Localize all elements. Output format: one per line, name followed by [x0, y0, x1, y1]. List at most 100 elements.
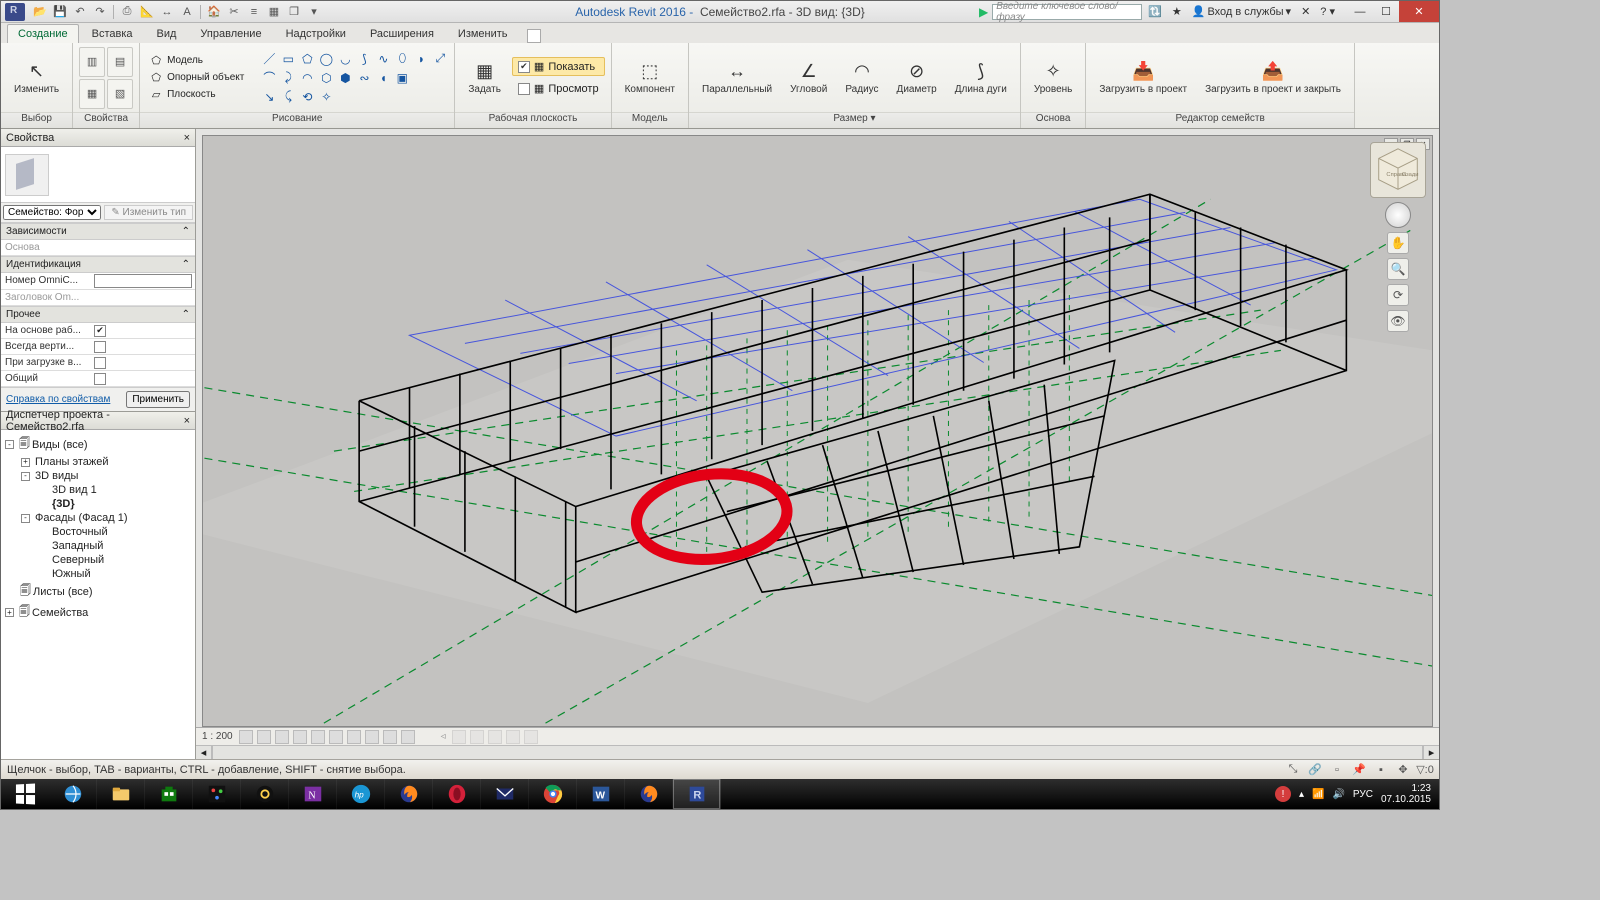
3d-viewport[interactable]: — ❐ ✕ [202, 135, 1433, 727]
tree-node[interactable]: Восточный [3, 525, 193, 539]
tree-node[interactable]: {3D} [3, 497, 193, 511]
property-group-header[interactable]: Прочее ⌃ [1, 306, 195, 323]
angular-dim-button[interactable]: ∠Угловой [783, 46, 834, 110]
tree-expander-icon[interactable]: - [21, 514, 30, 523]
half-ellipse-tool[interactable]: ◗ [413, 51, 429, 67]
app-menu-button[interactable] [5, 3, 25, 21]
select-underlay-icon[interactable]: ▫ [1329, 763, 1345, 777]
open-icon[interactable]: 📂 [31, 3, 49, 21]
favorite-icon[interactable]: ★ [1168, 5, 1186, 18]
tray-expand-icon[interactable]: ▴ [1299, 789, 1304, 800]
tab-insert[interactable]: Вставка [81, 24, 144, 43]
radial-dim-button[interactable]: ◠Радиус [838, 46, 885, 110]
redo-icon[interactable]: ↷ [91, 3, 109, 21]
set-plane-button[interactable]: ▦Задать [461, 46, 508, 110]
tree-node[interactable]: 3D вид 1 [3, 483, 193, 497]
reference-line-button[interactable]: ⬠Опорный объект [146, 70, 247, 86]
draw-row3-a[interactable]: ↘ [261, 89, 277, 105]
properties-b3[interactable]: ▧ [107, 79, 133, 109]
property-group-header[interactable]: Зависимости ⌃ [1, 223, 195, 240]
undo-icon[interactable]: ↶ [71, 3, 89, 21]
tray-volume-icon[interactable]: 🔊 [1332, 789, 1344, 800]
lock-3d-icon[interactable] [365, 730, 379, 744]
model-line-button[interactable]: ⬠Модель [146, 53, 247, 69]
tree-node[interactable]: Западный [3, 539, 193, 553]
ribbon-options-button[interactable] [527, 29, 541, 43]
taskbar-revit-icon[interactable]: R [673, 779, 721, 809]
crop-view-icon[interactable] [329, 730, 343, 744]
sun-path-icon[interactable] [275, 730, 289, 744]
detail-level-icon[interactable] [239, 730, 253, 744]
diameter-dim-button[interactable]: ⊘Диаметр [890, 46, 944, 110]
tray-language[interactable]: РУС [1353, 789, 1373, 800]
tree-node[interactable]: -Фасады (Фасад 1) [3, 511, 193, 525]
type-selector[interactable]: Семейство: Фор [3, 205, 101, 220]
start-button[interactable] [1, 779, 49, 809]
pick-face-tool[interactable]: ▣ [394, 70, 410, 86]
horizontal-scrollbar[interactable]: ◂ ▸ [196, 745, 1439, 759]
poly-tool[interactable]: ⬠ [299, 51, 315, 67]
property-group-header[interactable]: Идентификация ⌃ [1, 256, 195, 273]
ellipse-tool[interactable]: ⬯ [394, 51, 410, 67]
fillet-arc-tool[interactable]: ⌒ [261, 70, 277, 86]
tangent-arc-tool[interactable]: ⤸ [280, 70, 296, 86]
line-tool[interactable]: ／ [261, 51, 277, 67]
rendering-icon[interactable] [311, 730, 325, 744]
search-input[interactable]: Введите ключевое слово/фразу [992, 4, 1142, 20]
tree-node[interactable]: Южный [3, 567, 193, 581]
project-browser-tree[interactable]: -🗐 Виды (все)+Планы этажей-3D виды3D вид… [1, 430, 195, 759]
tab-modify[interactable]: Изменить [447, 24, 519, 43]
exchange-apps-icon[interactable]: ✕ [1297, 5, 1314, 18]
reveal-hidden-icon[interactable] [401, 730, 415, 744]
text-icon[interactable]: A [178, 3, 196, 21]
thin-lines-icon[interactable]: ≡ [245, 3, 263, 21]
tree-node[interactable]: 🗐 Листы (все) [3, 581, 193, 602]
workplane-viewer-button[interactable]: ▦Просмотр [512, 79, 605, 98]
tab-create[interactable]: Создание [7, 24, 79, 43]
minimize-button[interactable]: — [1347, 1, 1373, 22]
steering-wheel[interactable] [1385, 202, 1411, 228]
draw-row3-d[interactable]: ✧ [318, 89, 334, 105]
tab-addins[interactable]: Надстройки [275, 24, 357, 43]
modify-button[interactable]: ↖ Изменить [7, 46, 66, 110]
maximize-button[interactable]: ☐ [1373, 1, 1399, 22]
look-tool-icon[interactable]: 👁 [1387, 310, 1409, 332]
viewcube[interactable]: Справа Сзади [1370, 142, 1426, 198]
spline-tool[interactable]: ∿ [375, 51, 391, 67]
signin-button[interactable]: 👤 Вход в службы ▾ [1188, 5, 1295, 18]
tree-node[interactable]: +🗐 Семейства [3, 602, 193, 623]
dimension-icon[interactable]: ↔ [158, 3, 176, 21]
tree-node[interactable]: -🗐 Виды (все) [3, 434, 193, 455]
component-button[interactable]: ⬚Компонент [618, 46, 682, 110]
draw-row3-b[interactable]: ⤹ [280, 89, 296, 105]
property-value[interactable]: ✔ [91, 323, 195, 338]
tree-node[interactable]: Северный [3, 553, 193, 567]
properties-help-link[interactable]: Справка по свойствам [6, 394, 110, 405]
circle-tool[interactable]: ◯ [318, 51, 334, 67]
help-icon[interactable]: ? ▾ [1316, 5, 1339, 18]
properties-button[interactable]: ▥ [79, 47, 105, 77]
property-value[interactable] [91, 371, 195, 386]
taskbar-store-icon[interactable] [145, 779, 193, 809]
level-button[interactable]: ✧Уровень [1027, 46, 1080, 110]
tree-expander-icon[interactable]: - [5, 440, 14, 449]
taskbar-explorer-icon[interactable] [97, 779, 145, 809]
taskbar-opera-icon[interactable] [433, 779, 481, 809]
edit-type-button[interactable]: ✎ Изменить тип [104, 205, 193, 220]
close-button[interactable]: ✕ [1399, 1, 1439, 22]
taskbar-chrome-icon[interactable] [529, 779, 577, 809]
tray-network-icon[interactable]: 📶 [1312, 789, 1324, 800]
aligned-dim-button[interactable]: ↔Параллельный [695, 46, 779, 110]
tree-node[interactable]: -3D виды [3, 469, 193, 483]
taskbar-word-icon[interactable]: W [577, 779, 625, 809]
reference-plane-button[interactable]: ▱Плоскость [146, 87, 247, 103]
qat-dropdown-icon[interactable]: ▾ [305, 3, 323, 21]
draw-row3-c[interactable]: ⟲ [299, 89, 315, 105]
press-drag-icon[interactable]: ⤡ [1285, 763, 1301, 777]
3d-view-icon[interactable]: 🏠 [205, 3, 223, 21]
select-face-icon[interactable]: ▪ [1373, 763, 1389, 777]
partial-ellipse-tool[interactable]: ◖ [375, 70, 391, 86]
infocenter-play-icon[interactable]: ▶ [979, 5, 988, 19]
tree-expander-icon[interactable]: + [5, 608, 14, 617]
temp-hide-icon[interactable] [383, 730, 397, 744]
